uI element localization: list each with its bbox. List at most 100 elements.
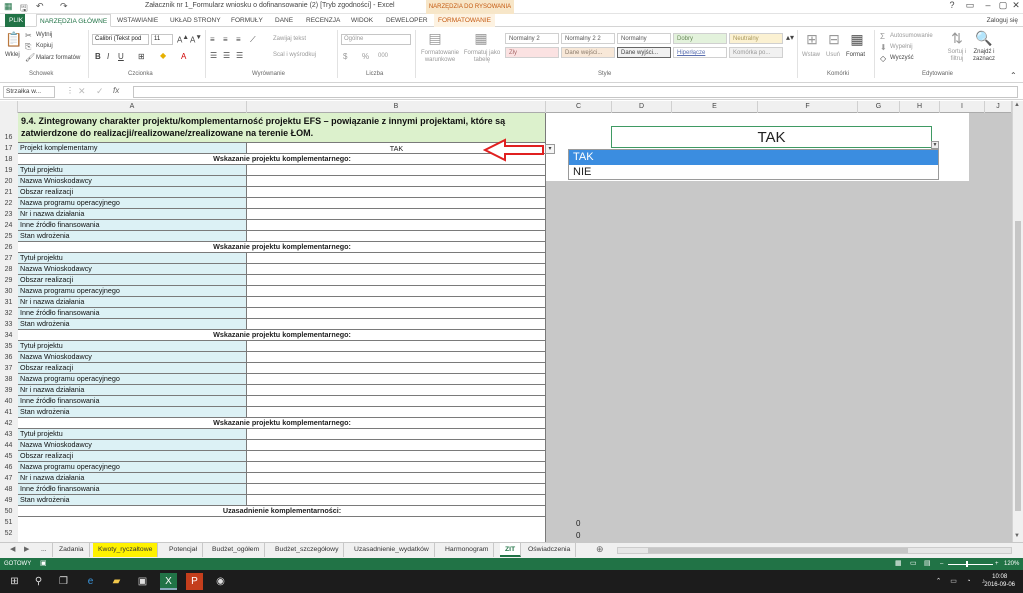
label-cell[interactable]: Nr i nazwa działania: [18, 385, 247, 396]
label-cell[interactable]: Inne źródło finansowania: [18, 484, 247, 495]
label-cell[interactable]: Obszar realizacji: [18, 275, 247, 286]
style-normal[interactable]: Normalny: [617, 33, 671, 44]
worksheet-grid[interactable]: 9.4. Zintegrowany charakter projektu/kom…: [18, 113, 546, 542]
row-header-24[interactable]: 24: [0, 220, 17, 231]
row-header-38[interactable]: 38: [0, 374, 17, 385]
excel-taskbar-icon[interactable]: X: [160, 573, 177, 590]
row-header-41[interactable]: 41: [0, 407, 17, 418]
value-cell[interactable]: [247, 462, 546, 473]
zoom-in-icon[interactable]: +: [995, 558, 999, 570]
task-view-icon[interactable]: ❐: [55, 573, 72, 590]
cell-c51-value[interactable]: 0: [576, 519, 580, 528]
font-size-select[interactable]: 11: [151, 34, 173, 45]
tab-page-layout[interactable]: UKŁAD STRONY: [170, 14, 221, 27]
value-cell[interactable]: [247, 440, 546, 451]
file-explorer-icon[interactable]: ▰: [108, 573, 125, 590]
value-cell[interactable]: [247, 231, 546, 242]
cell-b17-dropdown-arrow-icon[interactable]: ▾: [545, 144, 555, 154]
row-header-35[interactable]: 35: [0, 341, 17, 352]
section-header-9-4[interactable]: 9.4. Zintegrowany charakter projektu/kom…: [18, 113, 546, 143]
sheet-tab-harmonogram[interactable]: Harmonogram: [440, 543, 495, 557]
taskbar-clock[interactable]: 10:08 2016-09-06: [984, 573, 1015, 589]
style-input[interactable]: Dane wejści...: [561, 47, 615, 58]
label-cell[interactable]: Inne źródło finansowania: [18, 396, 247, 407]
borders-icon[interactable]: ⊞: [138, 52, 145, 61]
align-center-icon[interactable]: ☰: [223, 51, 230, 60]
sheet-tab-oswiadczenia[interactable]: Oświadczenia: [523, 543, 577, 557]
tab-home[interactable]: NARZĘDZIA GŁÓWNE: [36, 14, 112, 27]
value-cell[interactable]: [247, 198, 546, 209]
section-title-komplementarny[interactable]: Wskazanie projektu komplementarnego:: [18, 418, 546, 429]
label-cell[interactable]: Nazwa Wnioskodawcy: [18, 352, 247, 363]
label-cell[interactable]: Stan wdrożenia: [18, 407, 247, 418]
vertical-scrollbar[interactable]: ▲ ▼: [1012, 101, 1023, 542]
tab-view[interactable]: WIDOK: [351, 14, 373, 27]
row-header-21[interactable]: 21: [0, 187, 17, 198]
help-icon[interactable]: ?: [944, 0, 960, 10]
scroll-up-icon[interactable]: ▲: [1014, 102, 1020, 108]
row-header-20[interactable]: 20: [0, 176, 17, 187]
label-cell[interactable]: Tytuł projektu: [18, 253, 247, 264]
value-cell[interactable]: [247, 264, 546, 275]
label-cell[interactable]: Stan wdrożenia: [18, 495, 247, 506]
row-header-31[interactable]: 31: [0, 297, 17, 308]
format-cells-button[interactable]: Format: [846, 52, 865, 58]
row-header-51[interactable]: 51: [0, 517, 17, 528]
minimize-icon[interactable]: –: [980, 0, 996, 10]
zoomed-dropdown-value[interactable]: TAK: [611, 126, 932, 148]
label-cell[interactable]: Nazwa programu operacyjnego: [18, 286, 247, 297]
merge-center-button[interactable]: Scal i wyśrodkuj: [273, 52, 316, 58]
app-taskbar-icon[interactable]: ◉: [212, 573, 229, 590]
value-cell[interactable]: [247, 495, 546, 506]
format-painter-button[interactable]: Malarz formatów: [36, 55, 80, 61]
undo-icon[interactable]: ↶: [36, 1, 44, 12]
cancel-icon[interactable]: ✕: [78, 86, 86, 97]
row-header-45[interactable]: 45: [0, 451, 17, 462]
column-header-f[interactable]: F: [758, 101, 858, 113]
value-cell[interactable]: [247, 253, 546, 264]
column-header-b[interactable]: B: [247, 101, 546, 113]
select-all-corner[interactable]: [0, 101, 18, 113]
insert-function-icon[interactable]: fx: [113, 86, 119, 95]
grow-font-icon[interactable]: A▲: [177, 34, 189, 45]
page-break-view-icon[interactable]: ▤: [924, 558, 931, 570]
row-header-40[interactable]: 40: [0, 396, 17, 407]
styles-scroll-icon[interactable]: ▴▾: [786, 33, 794, 42]
row-header-23[interactable]: 23: [0, 209, 17, 220]
align-left-icon[interactable]: ☰: [210, 51, 217, 60]
value-cell[interactable]: [247, 297, 546, 308]
row-header-16[interactable]: 16: [0, 132, 17, 143]
value-cell[interactable]: [247, 165, 546, 176]
value-cell[interactable]: [247, 429, 546, 440]
zoom-out-icon[interactable]: –: [940, 558, 943, 570]
row-header-28[interactable]: 28: [0, 264, 17, 275]
italic-icon[interactable]: I: [107, 52, 109, 61]
row-header-29[interactable]: 29: [0, 275, 17, 286]
style-linked-cell[interactable]: Komórka po...: [729, 47, 783, 58]
row-header-43[interactable]: 43: [0, 429, 17, 440]
label-cell[interactable]: Tytuł projektu: [18, 165, 247, 176]
label-cell[interactable]: Nazwa programu operacyjnego: [18, 462, 247, 473]
column-header-e[interactable]: E: [672, 101, 758, 113]
value-cell[interactable]: [247, 286, 546, 297]
label-cell[interactable]: Nazwa Wnioskodawcy: [18, 176, 247, 187]
wrap-text-button[interactable]: Zawijaj tekst: [273, 36, 306, 42]
row-header-25[interactable]: 25: [0, 231, 17, 242]
currency-icon[interactable]: $: [343, 52, 347, 61]
tab-review[interactable]: RECENZJA: [306, 14, 340, 27]
row-header-18[interactable]: 18: [0, 154, 17, 165]
row-header-30[interactable]: 30: [0, 286, 17, 297]
value-cell[interactable]: [247, 407, 546, 418]
tab-developer[interactable]: DEWELOPER: [386, 14, 428, 27]
insert-cells-button[interactable]: Wstaw: [802, 52, 820, 58]
format-as-table-button[interactable]: Formatuj jako tabelę: [462, 50, 502, 64]
style-output[interactable]: Dane wyjści...: [617, 47, 671, 58]
value-cell[interactable]: [247, 374, 546, 385]
align-top-icon[interactable]: ≡: [210, 35, 215, 44]
column-header-j[interactable]: J: [985, 101, 1012, 113]
enter-icon[interactable]: ✓: [96, 86, 104, 97]
style-bad[interactable]: Zły: [505, 47, 559, 58]
style-normal-2-2[interactable]: Normalny 2 2: [561, 33, 615, 44]
align-bottom-icon[interactable]: ≡: [236, 35, 241, 44]
search-icon[interactable]: ⚲: [30, 573, 47, 590]
